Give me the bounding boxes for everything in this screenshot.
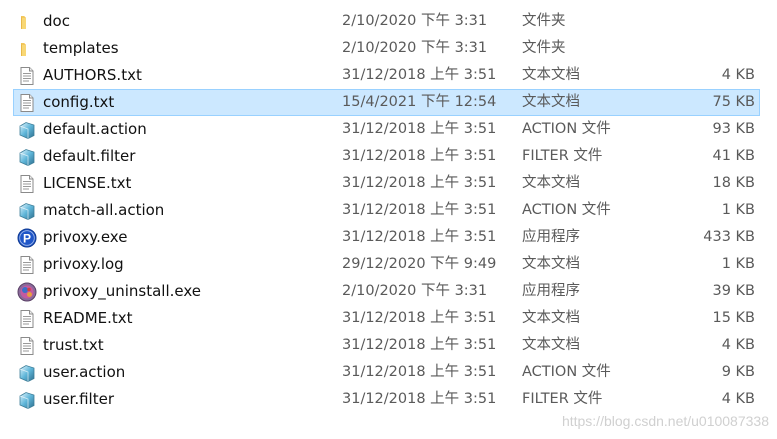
- file-row[interactable]: LICENSE.txt 31/12/2018 上午 3:51 文本文档 18 KB: [0, 170, 777, 197]
- file-row[interactable]: default.filter 31/12/2018 上午 3:51 FILTER 文…: [0, 143, 777, 170]
- file-row[interactable]: README.txt 31/12/2018 上午 3:51 文本文档 15 KB: [0, 305, 777, 332]
- file-type: FILTER 文件: [522, 391, 603, 407]
- file-name[interactable]: README.txt: [43, 305, 133, 332]
- file-size: 39 KB: [712, 283, 755, 299]
- file-type: FILTER 文件: [522, 148, 603, 164]
- file-size: 4 KB: [721, 67, 755, 83]
- file-size: 93 KB: [712, 121, 755, 137]
- file-date-modified: 2/10/2020 下午 3:31: [342, 40, 488, 56]
- generic-file-icon: [17, 363, 37, 383]
- file-name[interactable]: user.filter: [43, 386, 114, 413]
- file-row[interactable]: config.txt 15/4/2021 下午 12:54 文本文档 75 KB: [0, 89, 777, 116]
- file-type: 文本文档: [522, 67, 580, 83]
- file-row[interactable]: Pprivoxy.exe 31/12/2018 上午 3:51 应用程序 433 KB: [0, 224, 777, 251]
- file-name[interactable]: LICENSE.txt: [43, 170, 131, 197]
- folder-icon: [17, 39, 37, 59]
- file-name[interactable]: privoxy.log: [43, 251, 124, 278]
- file-date-modified: 31/12/2018 上午 3:51: [342, 310, 497, 326]
- file-size: 4 KB: [721, 391, 755, 407]
- file-row[interactable]: privoxy.log 29/12/2020 下午 9:49 文本文档 1 KB: [0, 251, 777, 278]
- file-size: 1 KB: [721, 256, 755, 272]
- file-type: 应用程序: [522, 229, 580, 245]
- file-date-modified: 2/10/2020 下午 3:31: [342, 283, 488, 299]
- file-list: doc 2/10/2020 下午 3:31 文件夹 templates 2/10/202…: [0, 8, 777, 413]
- generic-file-icon: [17, 120, 37, 140]
- text-file-icon: [17, 93, 37, 113]
- file-row[interactable]: templates 2/10/2020 下午 3:31 文件夹: [0, 35, 777, 62]
- file-type: ACTION 文件: [522, 121, 611, 137]
- file-type: 文本文档: [522, 94, 580, 110]
- file-date-modified: 31/12/2018 上午 3:51: [342, 67, 497, 83]
- file-name[interactable]: AUTHORS.txt: [43, 62, 142, 89]
- file-row[interactable]: match-all.action 31/12/2018 上午 3:51 ACTION…: [0, 197, 777, 224]
- text-file-icon: [17, 309, 37, 329]
- folder-icon: [17, 12, 37, 32]
- privoxy-app-icon: P: [17, 228, 37, 248]
- file-name[interactable]: match-all.action: [43, 197, 164, 224]
- file-date-modified: 31/12/2018 上午 3:51: [342, 202, 497, 218]
- text-file-icon: [17, 174, 37, 194]
- file-type: 文本文档: [522, 175, 580, 191]
- file-row[interactable]: user.filter 31/12/2018 上午 3:51 FILTER 文件 4 …: [0, 386, 777, 413]
- file-type: ACTION 文件: [522, 202, 611, 218]
- file-name[interactable]: trust.txt: [43, 332, 104, 359]
- file-size: 4 KB: [721, 337, 755, 353]
- file-name[interactable]: user.action: [43, 359, 125, 386]
- generic-file-icon: [17, 201, 37, 221]
- file-date-modified: 31/12/2018 上午 3:51: [342, 148, 497, 164]
- file-size: 9 KB: [721, 364, 755, 380]
- file-size: 15 KB: [712, 310, 755, 326]
- file-row[interactable]: doc 2/10/2020 下午 3:31 文件夹: [0, 8, 777, 35]
- file-type: 文件夹: [522, 13, 566, 29]
- file-row[interactable]: trust.txt 31/12/2018 上午 3:51 文本文档 4 KB: [0, 332, 777, 359]
- uninstaller-icon: [17, 282, 37, 302]
- file-row[interactable]: default.action 31/12/2018 上午 3:51 ACTION 文…: [0, 116, 777, 143]
- file-row[interactable]: user.action 31/12/2018 上午 3:51 ACTION 文件 9 …: [0, 359, 777, 386]
- file-date-modified: 29/12/2020 下午 9:49: [342, 256, 497, 272]
- file-date-modified: 31/12/2018 上午 3:51: [342, 121, 497, 137]
- file-type: 文本文档: [522, 310, 580, 326]
- file-date-modified: 2/10/2020 下午 3:31: [342, 13, 488, 29]
- file-date-modified: 15/4/2021 下午 12:54: [342, 94, 497, 110]
- svg-text:P: P: [23, 231, 31, 245]
- file-type: ACTION 文件: [522, 364, 611, 380]
- file-type: 应用程序: [522, 283, 580, 299]
- file-name[interactable]: default.filter: [43, 143, 135, 170]
- file-date-modified: 31/12/2018 上午 3:51: [342, 175, 497, 191]
- file-type: 文本文档: [522, 337, 580, 353]
- file-date-modified: 31/12/2018 上午 3:51: [342, 391, 497, 407]
- file-size: 1 KB: [721, 202, 755, 218]
- file-type: 文本文档: [522, 256, 580, 272]
- text-file-icon: [17, 336, 37, 356]
- file-date-modified: 31/12/2018 上午 3:51: [342, 229, 497, 245]
- file-name[interactable]: privoxy.exe: [43, 224, 127, 251]
- file-date-modified: 31/12/2018 上午 3:51: [342, 337, 497, 353]
- file-size: 18 KB: [712, 175, 755, 191]
- file-row[interactable]: AUTHORS.txt 31/12/2018 上午 3:51 文本文档 4 KB: [0, 62, 777, 89]
- file-size: 433 KB: [703, 229, 755, 245]
- text-file-icon: [17, 255, 37, 275]
- file-name[interactable]: doc: [43, 8, 70, 35]
- file-type: 文件夹: [522, 40, 566, 56]
- file-name[interactable]: templates: [43, 35, 119, 62]
- watermark: https://blog.csdn.net/u010087338: [561, 413, 769, 429]
- text-file-icon: [17, 66, 37, 86]
- file-size: 75 KB: [712, 94, 755, 110]
- file-size: 41 KB: [712, 148, 755, 164]
- generic-file-icon: [17, 390, 37, 410]
- file-date-modified: 31/12/2018 上午 3:51: [342, 364, 497, 380]
- file-name[interactable]: privoxy_uninstall.exe: [43, 278, 201, 305]
- file-name[interactable]: config.txt: [43, 89, 114, 116]
- generic-file-icon: [17, 147, 37, 167]
- file-row[interactable]: privoxy_uninstall.exe 2/10/2020 下午 3:31 应用…: [0, 278, 777, 305]
- file-name[interactable]: default.action: [43, 116, 147, 143]
